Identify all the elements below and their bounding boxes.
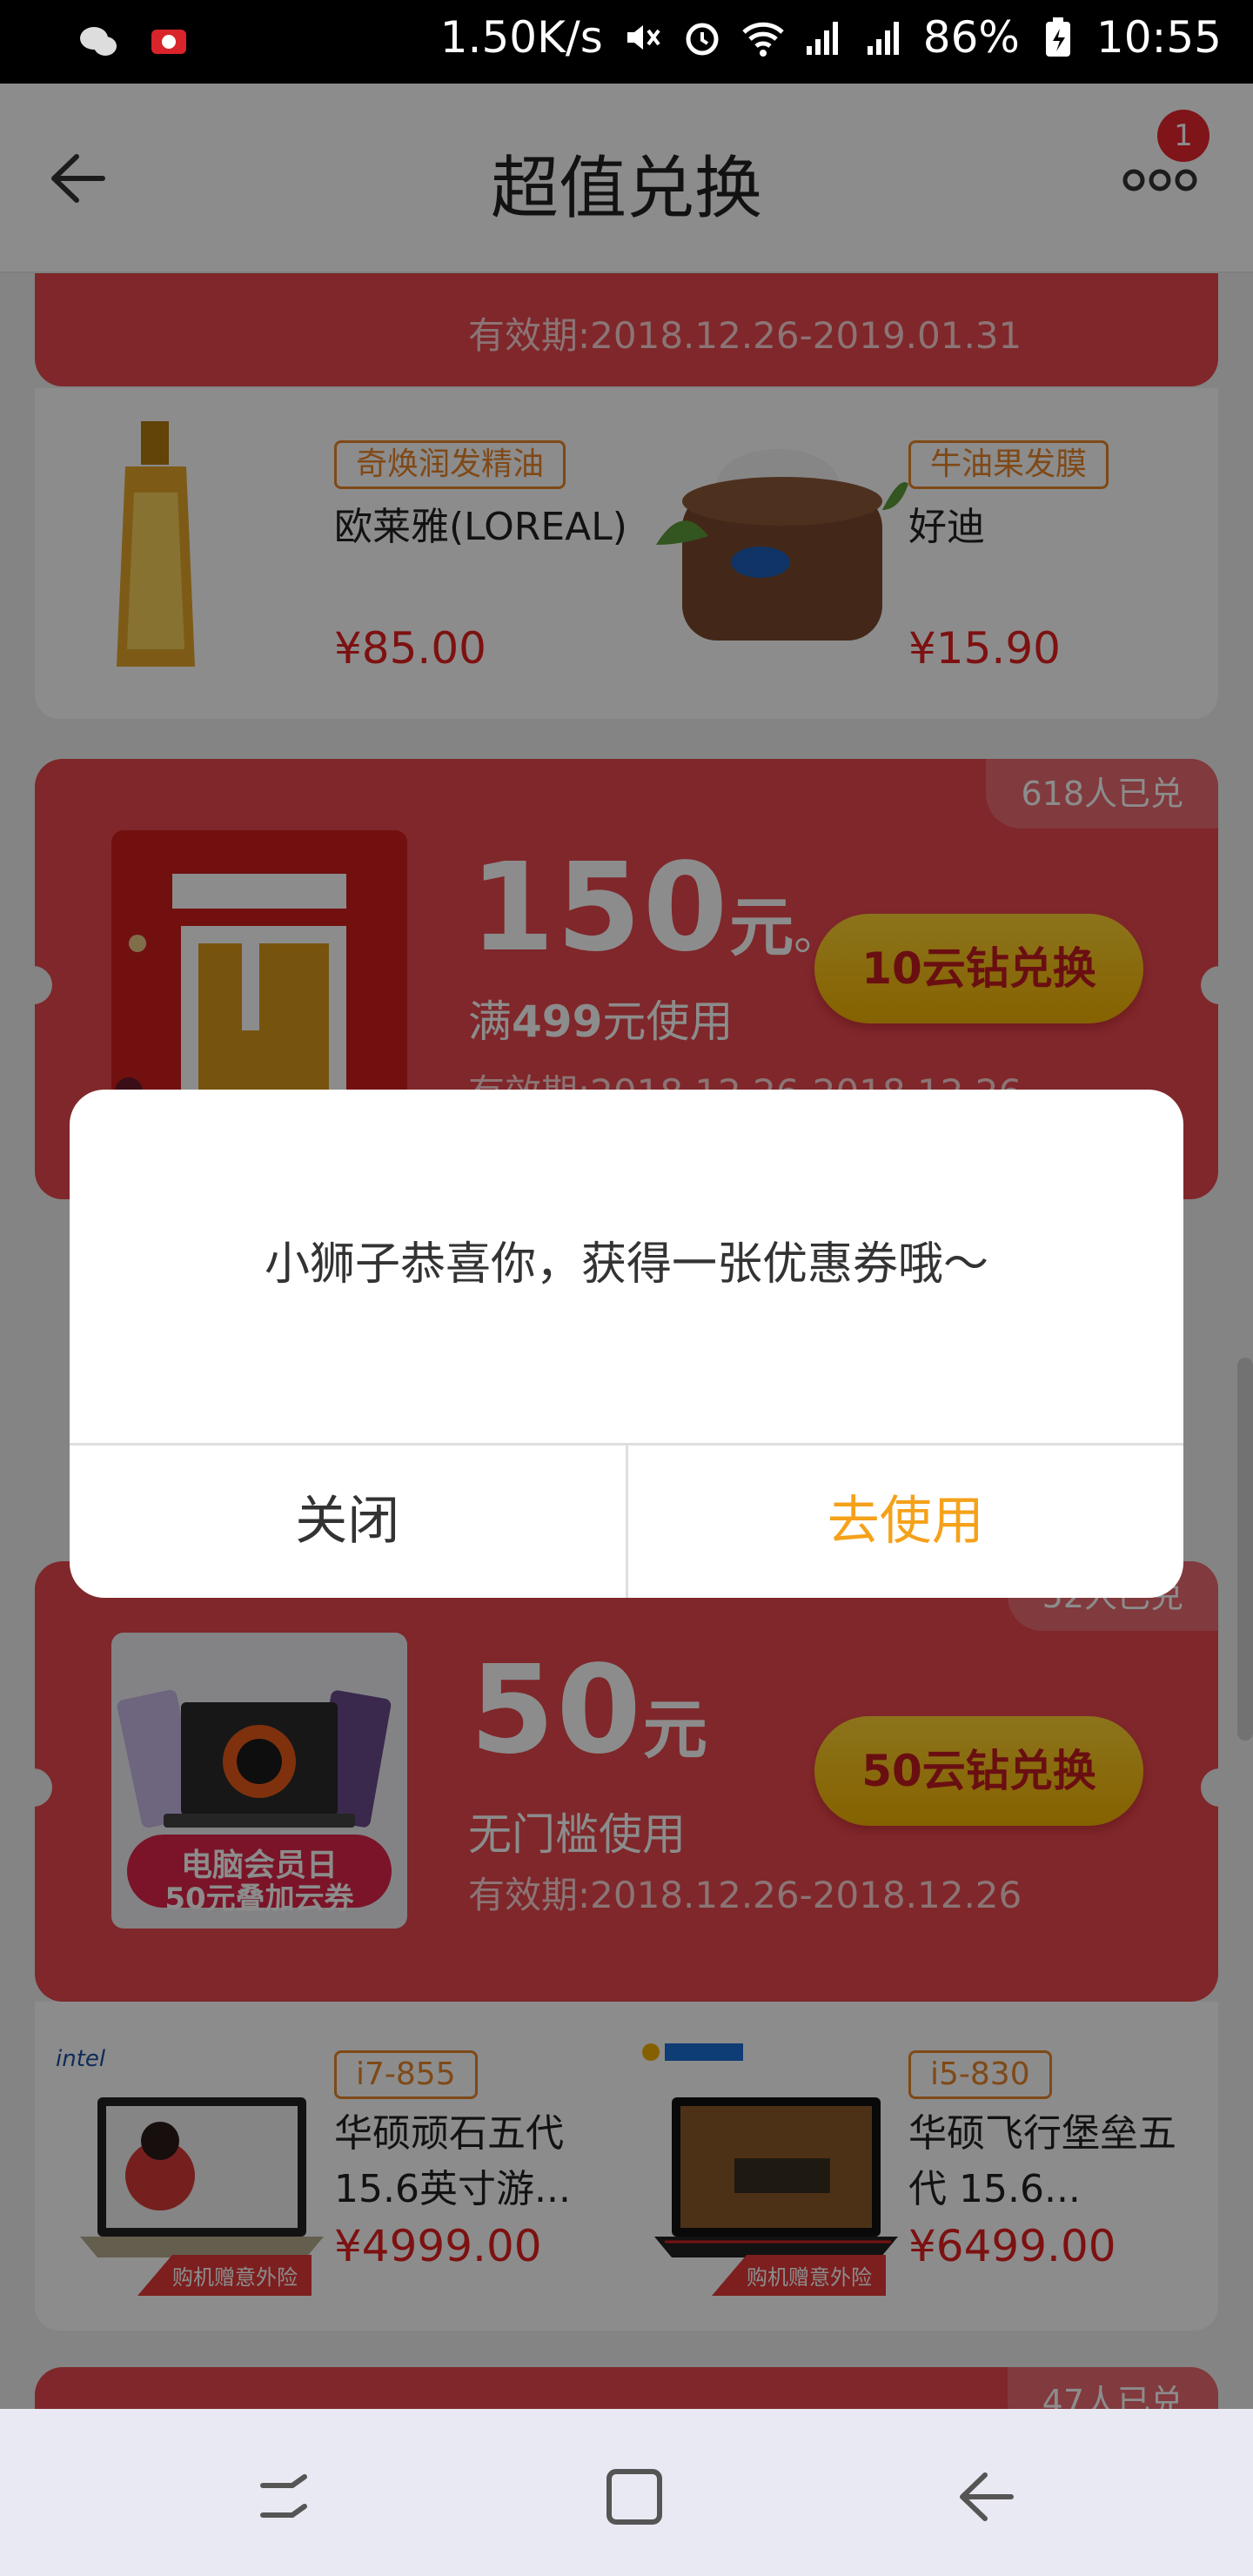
network-speed: 1.50K/s [439,12,603,63]
dialog-actions: 关闭 去使用 [70,1443,1183,1598]
system-navigation-bar [0,2409,1253,2576]
wechat-icon [80,27,117,56]
recent-apps-icon[interactable] [245,2458,324,2536]
alarm-icon [686,23,719,56]
battery-icon [1045,17,1070,57]
app-notification-icon [151,30,186,54]
coupon-won-dialog: 小狮子恭喜你，获得一张优惠券哦～ 关闭 去使用 [70,1090,1183,1598]
use-coupon-button[interactable]: 去使用 [628,1446,1184,1598]
signal-4g-icon [867,22,899,55]
status-bar: 1.50K/s 86% 10:55 [0,0,1253,84]
home-icon[interactable] [595,2458,673,2536]
back-icon[interactable] [947,2458,1025,2536]
mute-icon [626,25,660,50]
clock: 10:55 [1096,12,1222,63]
dialog-message: 小狮子恭喜你，获得一张优惠券哦～ [264,1238,988,1291]
wifi-icon [742,22,784,57]
close-button[interactable]: 关闭 [70,1446,628,1598]
signal-icon [806,22,838,55]
battery-percent: 86% [922,12,1020,63]
